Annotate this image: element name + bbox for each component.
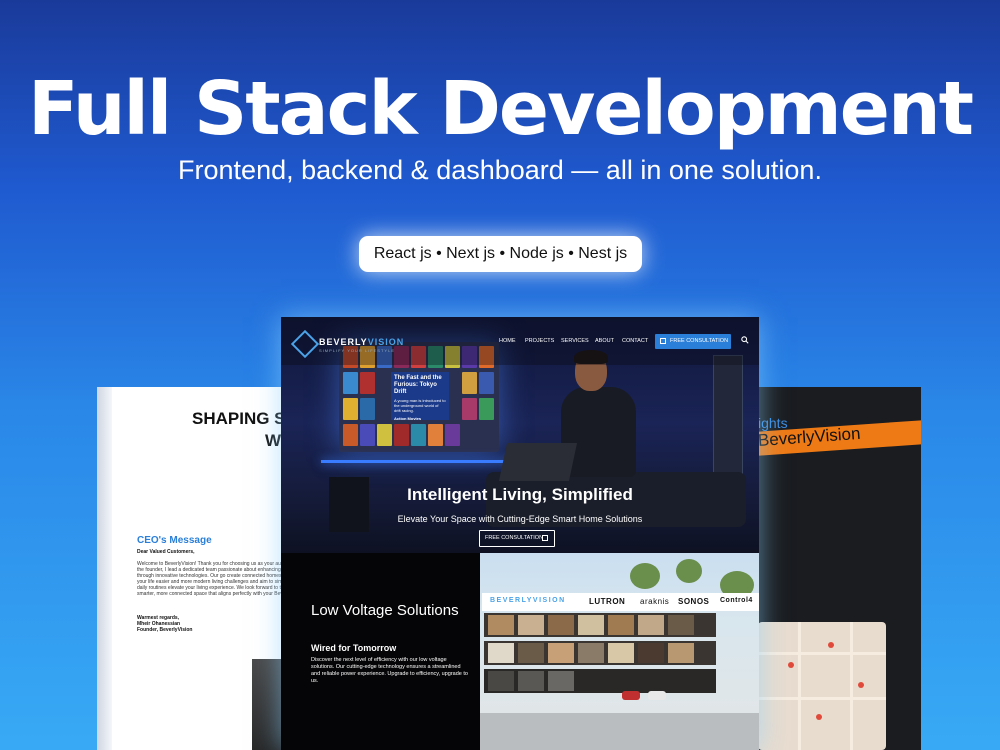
map-pin xyxy=(828,642,834,648)
ceo-signature: Warmest regards, Mheir Ohanessian Founde… xyxy=(137,615,192,633)
site-hero-heading: Intelligent Living, Simplified xyxy=(407,485,633,504)
house-floor-upper xyxy=(484,613,716,637)
driveway xyxy=(480,713,759,750)
brand-strip: BEVERLYVISION LUTRON araknis SONOS Contr… xyxy=(482,593,759,611)
map-pin xyxy=(788,662,794,668)
left-page-heading: SHAPING S xyxy=(192,409,286,428)
calendar-icon xyxy=(542,535,548,541)
map-pin xyxy=(816,714,822,720)
movie-title: The Fast and the Furious: Tokyo Drift xyxy=(394,375,442,395)
page-edge xyxy=(97,387,112,750)
calendar-icon xyxy=(660,338,666,344)
logo-accent: VISION xyxy=(367,337,405,347)
location-map xyxy=(758,622,886,750)
brand-araknis: araknis xyxy=(640,597,670,606)
car-white xyxy=(648,691,666,700)
nav-projects[interactable]: PROJECTS xyxy=(525,338,554,344)
logo-tagline: SIMPLIFY YOUR LIFESTYLE xyxy=(319,348,395,353)
ceo-message-title: CEO's Message xyxy=(137,535,212,546)
led-strip xyxy=(321,460,531,463)
house-floor-middle xyxy=(484,641,716,665)
movie-info-overlay: The Fast and the Furious: Tokyo Drift A … xyxy=(391,372,449,421)
laptop xyxy=(498,443,578,481)
nav-services[interactable]: SERVICES xyxy=(561,338,589,344)
brand-sonos: SONOS xyxy=(678,597,710,606)
site-hero-text: Elevate Your Space with Cutting-Edge Sma… xyxy=(397,514,643,524)
house-floor-garage xyxy=(484,669,716,693)
right-preview-page: ights BeverlyVision xyxy=(740,387,921,750)
movie-synopsis: A young man is introduced to the undergr… xyxy=(394,398,446,413)
brand-lutron: LUTRON xyxy=(589,597,626,606)
nav-consultation-button[interactable]: FREE CONSULTATION xyxy=(655,334,731,349)
ceo-body: Welcome to BeverlyVision! Thank you for … xyxy=(137,561,297,597)
nav-contact[interactable]: CONTACT xyxy=(622,338,648,344)
hero-consultation-button[interactable]: FREE CONSULTATION xyxy=(479,530,555,547)
logo-primary: BEVERLY xyxy=(319,337,368,347)
hero-subtitle: Frontend, backend & dashboard — all in o… xyxy=(178,155,822,185)
ceo-role: Founder, BeverlyVision xyxy=(137,627,193,633)
website-mockup: The Fast and the Furious: Tokyo Drift A … xyxy=(281,317,759,750)
car-red xyxy=(622,691,640,700)
low-voltage-subheading: Wired for Tomorrow xyxy=(311,643,397,653)
movie-category: Action Movies xyxy=(394,416,422,421)
house-cutaway-image: BEVERLYVISION LUTRON araknis SONOS Contr… xyxy=(480,553,759,750)
low-voltage-body: Discover the next level of efficiency wi… xyxy=(311,657,468,684)
hero-title: Full Stack Development xyxy=(27,66,974,152)
wall-speaker xyxy=(713,355,743,475)
search-icon[interactable] xyxy=(741,336,749,344)
nav-home[interactable]: HOME xyxy=(499,338,516,344)
left-preview-page: SHAPING S W CEO's Message Dear Valued Cu… xyxy=(97,387,297,750)
site-navbar: BEVERLYVISION SIMPLIFY YOUR LIFESTYLE HO… xyxy=(281,317,759,365)
nav-about[interactable]: ABOUT xyxy=(595,338,614,344)
map-pin xyxy=(858,682,864,688)
low-voltage-heading: Low Voltage Solutions xyxy=(311,602,459,619)
left-page-heading-2: W xyxy=(265,431,282,450)
brand-control4: Control4 xyxy=(720,597,753,604)
tech-stack-pill: React js • Next js • Node js • Nest js xyxy=(359,236,642,272)
low-voltage-section: Low Voltage Solutions Wired for Tomorrow… xyxy=(281,553,480,750)
hero-button-label: FREE CONSULTATION xyxy=(485,535,544,541)
nav-cta-label: FREE CONSULTATION xyxy=(670,338,729,344)
logo-diamond-icon[interactable] xyxy=(290,329,320,359)
brand-beverlyvision: BEVERLYVISION xyxy=(490,597,566,604)
ceo-greeting: Dear Valued Customers, xyxy=(137,549,195,555)
site-logo[interactable]: BEVERLYVISION xyxy=(319,337,404,347)
